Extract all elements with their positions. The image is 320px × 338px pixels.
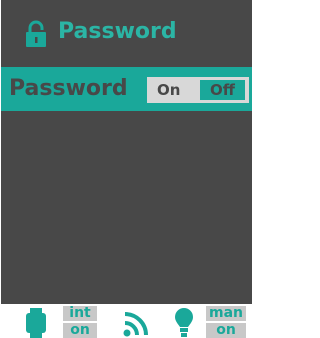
- password-toggle[interactable]: On Off: [147, 77, 249, 103]
- watch-state-label: on: [63, 323, 97, 338]
- toggle-off-option[interactable]: Off: [200, 80, 245, 100]
- light-state-label: on: [206, 323, 246, 338]
- content-area: [1, 111, 252, 304]
- signal-status[interactable]: [109, 304, 161, 338]
- password-setting-row[interactable]: Password On Off: [1, 67, 252, 111]
- wifi-signal-icon: [123, 312, 148, 337]
- toggle-on-option[interactable]: On: [157, 77, 180, 103]
- password-setting-label: Password: [9, 76, 128, 101]
- bulb-icon: [175, 308, 193, 337]
- device-screen: Password Password On Off int on man on: [1, 0, 252, 338]
- light-status[interactable]: man on: [161, 304, 252, 338]
- lock-icon: [26, 20, 46, 47]
- watch-icon: [26, 308, 46, 338]
- status-bar: int on man on: [1, 304, 252, 338]
- light-mode-label: man: [206, 306, 246, 321]
- page-title: Password: [58, 19, 177, 44]
- title-bar: Password: [1, 0, 252, 66]
- watch-mode-label: int: [63, 306, 97, 321]
- watch-status[interactable]: int on: [1, 304, 109, 338]
